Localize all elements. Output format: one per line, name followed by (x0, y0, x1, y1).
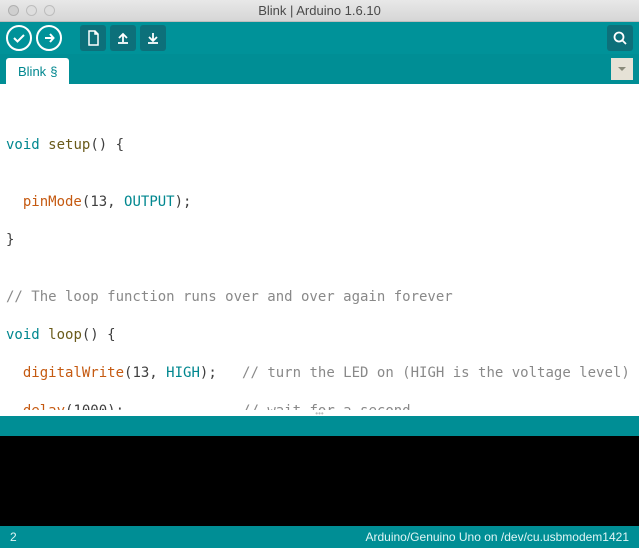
code-line: } (6, 231, 633, 250)
tab-dirty-marker: § (50, 64, 57, 79)
code-editor[interactable]: void setup() { pinMode(13, OUTPUT); } //… (0, 84, 639, 410)
code-line: digitalWrite(13, HIGH); // turn the LED … (6, 364, 633, 383)
toolbar (0, 22, 639, 54)
tab-menu-button[interactable] (611, 58, 633, 80)
console-output[interactable] (0, 436, 639, 526)
window-titlebar: Blink | Arduino 1.6.10 (0, 0, 639, 22)
status-bar: 2 Arduino/Genuino Uno on /dev/cu.usbmode… (0, 526, 639, 548)
tab-bar: Blink § (0, 54, 639, 84)
code-line: void setup() { (6, 136, 633, 155)
open-sketch-button[interactable] (110, 25, 136, 51)
tab-blink[interactable]: Blink § (6, 58, 69, 84)
status-line-number: 2 (10, 530, 17, 544)
code-line: void loop() { (6, 326, 633, 345)
status-board-port: Arduino/Genuino Uno on /dev/cu.usbmodem1… (365, 530, 629, 544)
upload-button[interactable] (36, 25, 62, 51)
code-line: // The loop function runs over and over … (6, 288, 633, 307)
tab-label: Blink (18, 64, 46, 79)
message-bar (0, 416, 639, 436)
window-title: Blink | Arduino 1.6.10 (0, 3, 639, 18)
serial-monitor-button[interactable] (607, 25, 633, 51)
code-line: pinMode(13, OUTPUT); (6, 193, 633, 212)
save-sketch-button[interactable] (140, 25, 166, 51)
new-sketch-button[interactable] (80, 25, 106, 51)
verify-button[interactable] (6, 25, 32, 51)
